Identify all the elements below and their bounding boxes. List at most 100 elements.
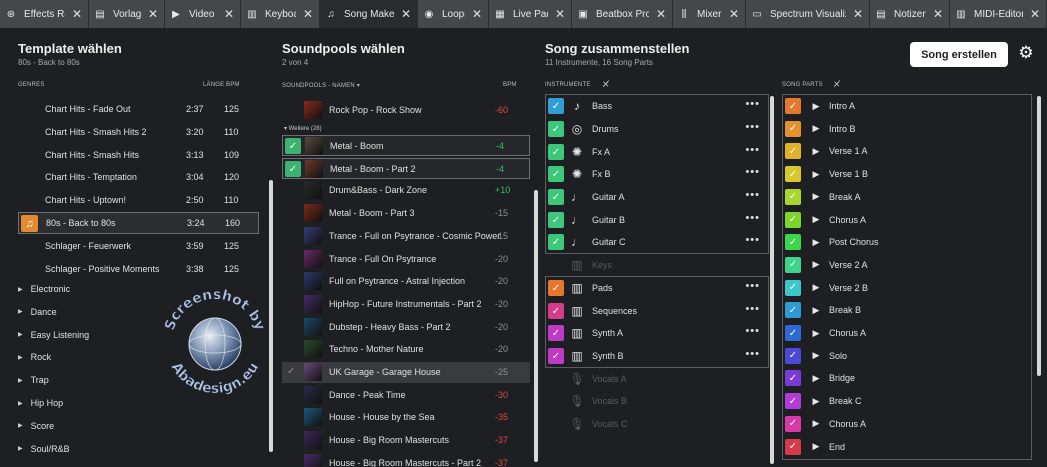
tab-6[interactable]: ▦ Live Pads ✕ — [489, 0, 572, 28]
checkbox-checked-icon[interactable]: ✓ — [548, 98, 564, 114]
song-part-row[interactable]: ✓ ▶ Break C — [783, 391, 1031, 412]
song-part-row[interactable]: ✓ ▶ Break B — [783, 300, 1031, 321]
instrument-row[interactable]: ✓ ♩ Guitar A ••• — [546, 187, 768, 208]
close-icon[interactable]: ✕ — [555, 7, 565, 21]
checkbox-checked-icon[interactable]: ✓ — [548, 189, 564, 205]
template-row[interactable]: Chart Hits - Fade Out 2:37 125 — [18, 98, 259, 120]
template-row[interactable]: Chart Hits - Temptation 3:04 120 — [18, 166, 259, 188]
close-icon[interactable]: ✕ — [401, 7, 411, 21]
checkbox-checked-icon[interactable]: ✓ — [785, 438, 801, 455]
instrument-row[interactable]: ✓ ♪ Bass ••• — [546, 96, 768, 117]
checkbox-checked-icon[interactable]: ✓ — [548, 303, 564, 319]
close-icon[interactable]: ✕ — [933, 7, 943, 21]
template-row[interactable]: Schlager - Feuerwerk 3:59 125 — [18, 235, 259, 257]
checkbox-checked-icon[interactable]: ✓ — [785, 393, 801, 410]
tab-9[interactable]: ▭ Spectrum Visualizer 2 ✕ — [746, 0, 870, 28]
more-options-icon[interactable]: ••• — [745, 280, 760, 292]
soundpool-row[interactable]: Techno - Mother Nature -20 — [282, 339, 530, 360]
checkbox-checked-icon[interactable]: ✓ — [285, 138, 301, 154]
instrument-row[interactable]: ✓ ▥ Pads ••• — [546, 278, 768, 299]
instruments-scrollbar[interactable] — [770, 96, 774, 464]
checkbox-checked-icon[interactable]: ✓ — [548, 166, 564, 182]
tab-5[interactable]: ◉ Loops ✕ — [418, 0, 489, 28]
song-part-row[interactable]: ✓ ▶ End — [783, 437, 1031, 458]
checkbox-checked-icon[interactable]: ✓ — [785, 347, 801, 364]
close-icon[interactable]: ✕ — [656, 7, 666, 21]
close-icon[interactable]: ✕ — [472, 7, 482, 21]
checkbox-checked-icon[interactable]: ✓ — [785, 302, 801, 319]
checkbox-checked-icon[interactable]: ✓ — [548, 121, 564, 137]
checkbox-checked-icon[interactable]: ✓ — [785, 143, 801, 160]
song-part-row[interactable]: ✓ ▶ Verse 1 B — [783, 164, 1031, 185]
more-options-icon[interactable]: ••• — [745, 166, 760, 178]
checkbox-checked-icon[interactable]: ✓ — [548, 325, 564, 341]
instrument-row[interactable]: ✓ ✺ Fx B ••• — [546, 164, 768, 185]
instrument-row[interactable]: ✓ ✺ Fx A ••• — [546, 142, 768, 163]
soundpools-scrollbar[interactable] — [534, 190, 538, 462]
close-icon[interactable]: ✕ — [224, 7, 234, 21]
checkbox-checked-icon[interactable]: ✓ — [285, 161, 301, 177]
instrument-row[interactable]: ✓ ♩ Guitar C ••• — [546, 232, 768, 253]
genre-item[interactable]: ▶ Score — [18, 417, 54, 435]
tab-1[interactable]: ▤ Vorlagen ✕ — [89, 0, 165, 28]
tab-3[interactable]: ▥ Keyboard ✕ — [241, 0, 320, 28]
instrument-row[interactable]: 🎙 Vocals C — [546, 414, 768, 435]
more-options-icon[interactable]: ••• — [745, 189, 760, 201]
song-part-row[interactable]: ✓ ▶ Verse 2 A — [783, 255, 1031, 276]
tab-4[interactable]: ♫ Song Maker AI ✕ — [320, 0, 418, 28]
deselect-parts-icon[interactable]: ⨯̸ — [833, 79, 841, 90]
instrument-row[interactable]: ▥ Keys — [546, 255, 768, 276]
tab-2[interactable]: ▶ Video ✕ — [165, 0, 241, 28]
tab-10[interactable]: ▤ Notizen ✕ — [870, 0, 950, 28]
genre-item[interactable]: ▶ Hip Hop — [18, 394, 63, 412]
song-part-row[interactable]: ✓ ▶ Solo — [783, 346, 1031, 367]
section-more[interactable]: ▾ Weitere (28) — [284, 125, 322, 132]
more-options-icon[interactable]: ••• — [745, 98, 760, 110]
soundpool-row[interactable]: ✓ Metal - Boom -4 — [282, 135, 530, 156]
parts-scrollbar[interactable] — [1037, 96, 1041, 376]
soundpool-row[interactable]: Trance - Full On Psytrance -20 — [282, 249, 530, 270]
instrument-row[interactable]: 🎙 Vocals A — [546, 369, 768, 390]
song-part-row[interactable]: ✓ ▶ Chorus A — [783, 323, 1031, 344]
genre-item[interactable]: ▶ Electronic — [18, 280, 70, 298]
deselect-instruments-icon[interactable]: ⨯̸ — [602, 79, 610, 90]
checkbox-checked-icon[interactable]: ✓ — [785, 279, 801, 296]
close-icon[interactable]: ✕ — [853, 7, 863, 21]
close-icon[interactable]: ✕ — [729, 7, 739, 21]
col-soundpool-names[interactable]: SOUNDPOOLS - NAMEN ▾ — [282, 82, 360, 89]
checkbox-checked-icon[interactable]: ✓ — [785, 211, 801, 228]
soundpool-row[interactable]: HipHop - Future Instrumentals - Part 2 -2… — [282, 294, 530, 315]
soundpool-row[interactable]: Dance - Peak Time -30 — [282, 385, 530, 406]
song-part-row[interactable]: ✓ ▶ Intro B — [783, 119, 1031, 140]
soundpool-row[interactable]: Full on Psytrance - Astral Injection -20 — [282, 271, 530, 292]
template-scrollbar[interactable] — [269, 180, 273, 452]
soundpool-row[interactable]: ✓ UK Garage - Garage House -25 — [282, 362, 530, 383]
instrument-row[interactable]: ✓ ♩ Guitar B ••• — [546, 210, 768, 231]
template-row[interactable]: Chart Hits - Smash Hits 2 3:20 110 — [18, 121, 259, 143]
close-icon[interactable]: ✕ — [72, 7, 82, 21]
tab-7[interactable]: ▣ Beatbox Pro 2 ✕ — [572, 0, 673, 28]
song-part-row[interactable]: ✓ ▶ Verse 1 A — [783, 141, 1031, 162]
more-options-icon[interactable]: ••• — [745, 348, 760, 360]
template-row[interactable]: ♫ 80s - Back to 80s 3:24 160 — [18, 212, 259, 234]
soundpool-row[interactable]: House - Big Room Mastercuts - Part 2 -37 — [282, 453, 530, 467]
close-icon[interactable]: ✕ — [303, 7, 313, 21]
genre-item[interactable]: ▶ Dance — [18, 303, 57, 321]
checkbox-checked-icon[interactable]: ✓ — [785, 166, 801, 183]
genre-item[interactable]: ▶ Soul/R&B — [18, 440, 70, 458]
tab-0[interactable]: ⊛ Effects Rack ✕ — [0, 0, 89, 28]
checkbox-checked-icon[interactable]: ✓ — [785, 234, 801, 251]
instrument-row[interactable]: ✓ ◎ Drums ••• — [546, 119, 768, 140]
instrument-row[interactable]: ✓ ▥ Synth B ••• — [546, 346, 768, 367]
soundpool-row[interactable]: Drum&Bass - Dark Zone +10 — [282, 180, 530, 201]
check-icon[interactable]: ✓ — [287, 366, 295, 377]
more-options-icon[interactable]: ••• — [745, 303, 760, 315]
checkbox-checked-icon[interactable]: ✓ — [548, 348, 564, 364]
song-part-row[interactable]: ✓ ▶ Post Chorus — [783, 232, 1031, 253]
instrument-row[interactable]: ✓ ▥ Synth A ••• — [546, 323, 768, 344]
song-part-row[interactable]: ✓ ▶ Verse 2 B — [783, 278, 1031, 299]
genre-item[interactable]: ▶ Easy Listening — [18, 326, 89, 344]
song-part-row[interactable]: ✓ ▶ Chorus A — [783, 414, 1031, 435]
checkbox-checked-icon[interactable]: ✓ — [548, 280, 564, 296]
more-options-icon[interactable]: ••• — [745, 144, 760, 156]
